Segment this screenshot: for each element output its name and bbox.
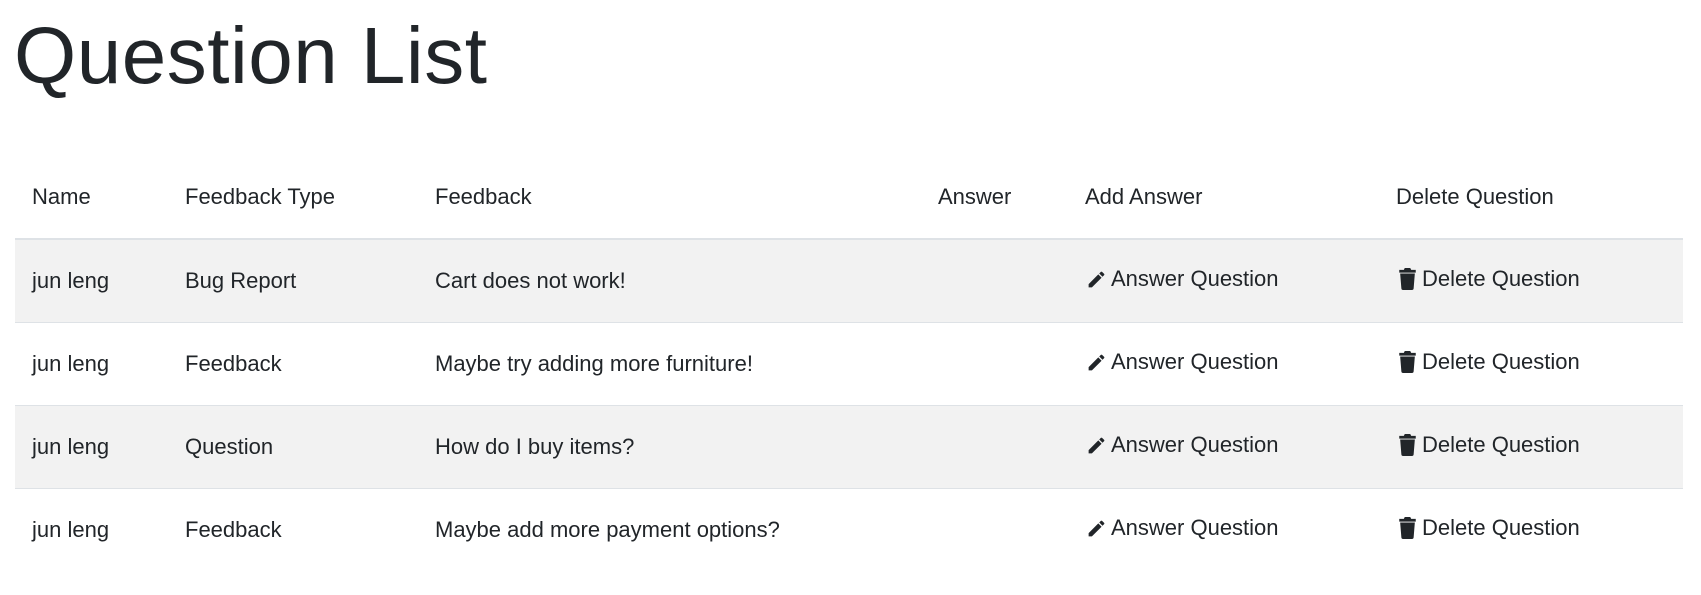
cell-add-answer: Answer Question bbox=[1068, 322, 1379, 406]
cell-feedback: How do I buy items? bbox=[418, 405, 921, 489]
table-row: jun leng Feedback Maybe add more payment… bbox=[15, 488, 1683, 571]
pencil-icon bbox=[1085, 434, 1107, 456]
answer-question-button[interactable]: Answer Question bbox=[1085, 515, 1279, 541]
cell-delete-question: Delete Question bbox=[1379, 239, 1683, 323]
cell-feedback-type: Question bbox=[168, 405, 418, 489]
cell-feedback-type: Feedback bbox=[168, 322, 418, 406]
pencil-icon bbox=[1085, 268, 1107, 290]
cell-add-answer: Answer Question bbox=[1068, 239, 1379, 323]
answer-question-label: Answer Question bbox=[1111, 515, 1279, 541]
delete-question-label: Delete Question bbox=[1422, 266, 1580, 291]
cell-name: jun leng bbox=[15, 488, 168, 571]
header-name: Name bbox=[15, 156, 168, 240]
delete-question-label: Delete Question bbox=[1422, 432, 1580, 457]
table-row: jun leng Feedback Maybe try adding more … bbox=[15, 322, 1683, 406]
cell-delete-question: Delete Question bbox=[1379, 488, 1683, 571]
pencil-icon bbox=[1085, 517, 1107, 539]
answer-question-button[interactable]: Answer Question bbox=[1085, 266, 1279, 292]
cell-name: jun leng bbox=[15, 405, 168, 489]
answer-question-button[interactable]: Answer Question bbox=[1085, 432, 1279, 458]
delete-question-button[interactable]: Delete Question bbox=[1396, 515, 1580, 541]
delete-question-button[interactable]: Delete Question bbox=[1396, 266, 1580, 292]
table-header: Name Feedback Type Feedback Answer Add A… bbox=[15, 156, 1683, 240]
cell-name: jun leng bbox=[15, 322, 168, 406]
cell-answer bbox=[921, 322, 1068, 406]
trash-icon bbox=[1396, 351, 1418, 373]
cell-name: jun leng bbox=[32, 268, 110, 293]
table-row: jun leng Question How do I buy items? An… bbox=[15, 405, 1683, 489]
cell-answer bbox=[921, 239, 1068, 323]
delete-question-button[interactable]: Delete Question bbox=[1396, 432, 1580, 458]
delete-question-button[interactable]: Delete Question bbox=[1396, 349, 1580, 375]
trash-icon bbox=[1396, 517, 1418, 539]
cell-add-answer: Answer Question bbox=[1068, 405, 1379, 489]
table-body: jun leng Bug Report Cart does not work! … bbox=[15, 239, 1683, 571]
header-feedback: Feedback bbox=[418, 156, 921, 240]
cell-add-answer: Answer Question bbox=[1068, 488, 1379, 571]
cell-answer bbox=[921, 405, 1068, 489]
answer-question-label: Answer Question bbox=[1111, 432, 1279, 458]
answer-question-label: Answer Question bbox=[1111, 349, 1279, 375]
cell-answer bbox=[921, 488, 1068, 571]
question-table-container: Name Feedback Type Feedback Answer Add A… bbox=[15, 156, 1683, 571]
delete-question-label: Delete Question bbox=[1422, 349, 1580, 374]
table-row: jun leng Bug Report Cart does not work! … bbox=[15, 239, 1683, 323]
header-answer: Answer bbox=[921, 156, 1068, 240]
question-table: Name Feedback Type Feedback Answer Add A… bbox=[15, 156, 1683, 571]
cell-delete-question: Delete Question bbox=[1379, 405, 1683, 489]
cell-feedback: Maybe try adding more furniture! bbox=[418, 322, 921, 406]
cell-feedback-type: Bug Report bbox=[185, 268, 297, 293]
cell-delete-question: Delete Question bbox=[1379, 322, 1683, 406]
cell-feedback-type: Feedback bbox=[168, 488, 418, 571]
page-title: Question List bbox=[14, 11, 488, 100]
trash-icon bbox=[1396, 268, 1418, 290]
header-delete-question: Delete Question bbox=[1379, 156, 1683, 240]
header-add-answer: Add Answer bbox=[1068, 156, 1379, 240]
pencil-icon bbox=[1085, 351, 1107, 373]
answer-question-button[interactable]: Answer Question bbox=[1085, 349, 1279, 375]
cell-feedback: Cart does not work! bbox=[435, 268, 626, 293]
header-row: Name Feedback Type Feedback Answer Add A… bbox=[15, 156, 1683, 240]
trash-icon bbox=[1396, 434, 1418, 456]
delete-question-label: Delete Question bbox=[1422, 515, 1580, 540]
answer-question-label: Answer Question bbox=[1111, 266, 1279, 292]
cell-feedback: Maybe add more payment options? bbox=[418, 488, 921, 571]
header-feedback-type: Feedback Type bbox=[168, 156, 418, 240]
